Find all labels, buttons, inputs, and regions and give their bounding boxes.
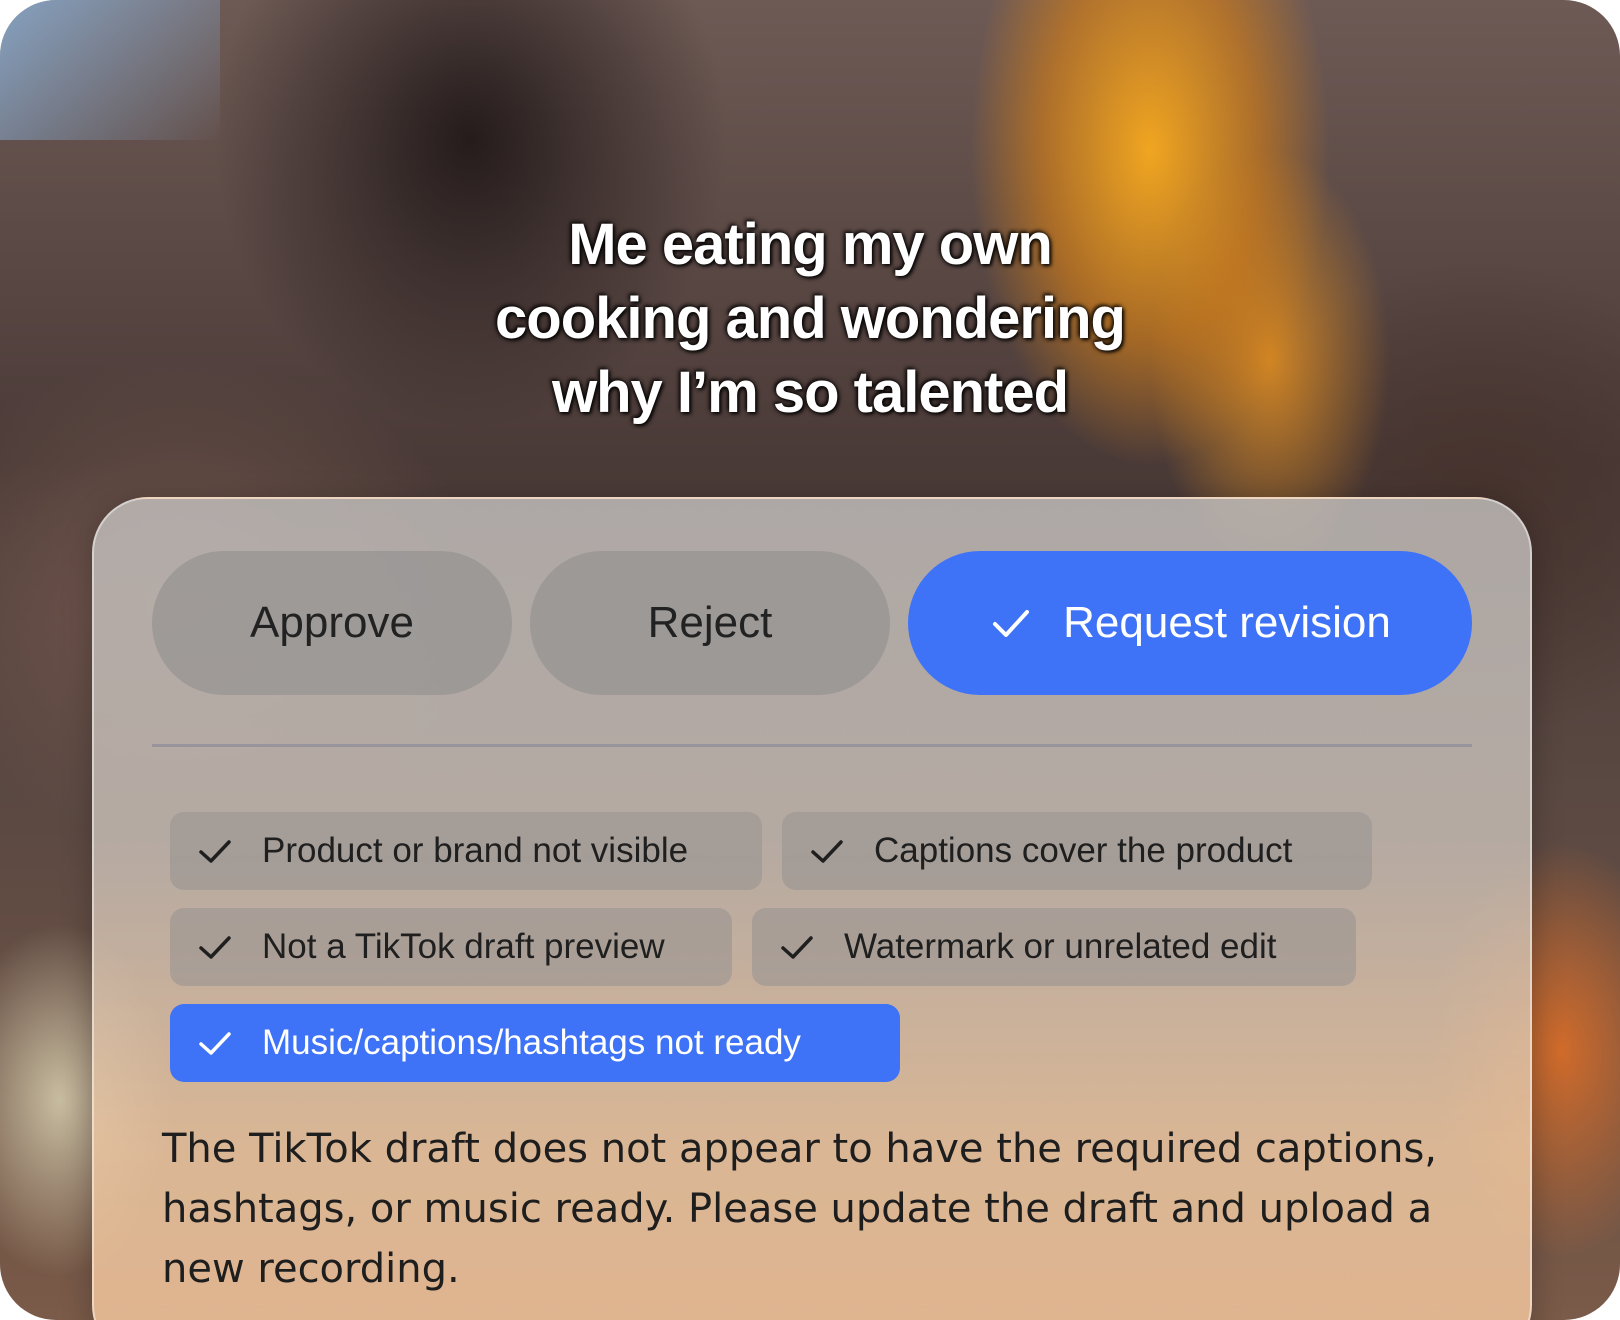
video-preview: Me eating my own cooking and wondering w… bbox=[0, 0, 1620, 1320]
reason-chip-label: Product or brand not visible bbox=[262, 831, 689, 870]
reject-button[interactable]: Reject bbox=[530, 551, 890, 695]
request-revision-button[interactable]: Request revision bbox=[908, 551, 1472, 695]
caption-line: Me eating my own bbox=[568, 212, 1053, 277]
reason-chip-label: Watermark or unrelated edit bbox=[844, 927, 1277, 966]
decision-buttons: Approve Reject Request revision bbox=[152, 551, 1472, 695]
reason-chip-selected[interactable]: Music/captions/hashtags not ready bbox=[170, 1004, 900, 1082]
check-icon bbox=[199, 936, 231, 959]
feedback-message: The TikTok draft does not appear to have… bbox=[162, 1126, 1437, 1292]
background-highlight bbox=[0, 0, 220, 140]
video-caption-overlay: Me eating my own cooking and wondering w… bbox=[360, 208, 1260, 430]
reason-chip[interactable]: Product or brand not visible bbox=[170, 812, 762, 890]
check-icon bbox=[199, 1032, 231, 1055]
reject-button-label: Reject bbox=[647, 598, 773, 647]
reason-chip-label: Not a TikTok draft preview bbox=[262, 927, 665, 966]
caption-line: cooking and wondering bbox=[495, 286, 1126, 351]
reason-chip-label: Music/captions/hashtags not ready bbox=[262, 1023, 801, 1062]
divider bbox=[152, 744, 1472, 747]
reason-chip[interactable]: Not a TikTok draft preview bbox=[170, 908, 732, 986]
review-panel: Approve Reject Request revision Product … bbox=[92, 497, 1532, 1320]
check-icon bbox=[811, 840, 843, 863]
request-revision-label: Request revision bbox=[1063, 598, 1391, 647]
check-icon bbox=[199, 840, 231, 863]
approve-button-label: Approve bbox=[250, 598, 414, 647]
reason-chip[interactable]: Captions cover the product bbox=[782, 812, 1372, 890]
reason-chip[interactable]: Watermark or unrelated edit bbox=[752, 908, 1356, 986]
reason-chip-label: Captions cover the product bbox=[874, 831, 1293, 870]
caption-line: why I’m so talented bbox=[552, 360, 1069, 425]
check-icon bbox=[781, 936, 813, 959]
approve-button[interactable]: Approve bbox=[152, 551, 512, 695]
check-icon bbox=[993, 610, 1030, 637]
